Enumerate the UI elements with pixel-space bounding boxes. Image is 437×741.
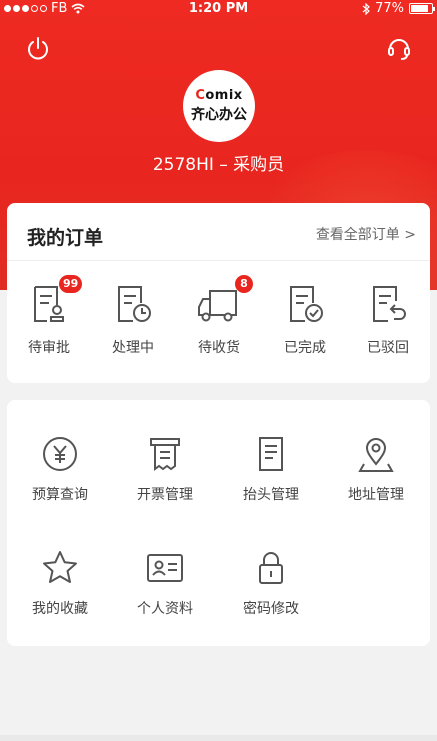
awaiting-delivery-badge: 8 — [235, 275, 253, 293]
lock-icon — [259, 552, 283, 584]
battery-icon — [409, 3, 435, 14]
orders-card-header: 我的订单 查看全部订单 > — [7, 203, 430, 261]
order-status-rejected[interactable]: 已驳回 — [348, 283, 428, 373]
completed-icon — [290, 286, 323, 322]
bluetooth-icon — [362, 2, 370, 15]
order-status-label: 已驳回 — [367, 340, 409, 356]
status-right: 77% — [362, 1, 435, 16]
location-pin-icon — [358, 438, 394, 472]
service-label: 地址管理 — [348, 487, 404, 503]
customer-service-button[interactable] — [385, 34, 413, 62]
order-status-label: 待审批 — [28, 340, 70, 356]
services-card: 预算查询 开票管理 抬头管理 地址管理 我的收藏 个人资料 密码修改 — [7, 400, 430, 646]
order-status-label: 待收货 — [198, 340, 240, 356]
budget-yen-icon — [43, 437, 77, 471]
budget-query-item[interactable]: 预算查询 — [15, 434, 105, 514]
service-label: 预算查询 — [32, 487, 88, 503]
power-icon — [28, 37, 48, 60]
view-all-orders-link[interactable]: 查看全部订单 > — [316, 224, 416, 244]
status-bar: FB 1:20 PM 77% — [0, 0, 437, 18]
service-label: 开票管理 — [137, 487, 193, 503]
order-status-label: 处理中 — [112, 340, 154, 356]
personal-profile-item[interactable]: 个人资料 — [120, 548, 210, 628]
invoice-management-item[interactable]: 开票管理 — [120, 434, 210, 514]
company-logo: Comix 齐心办公 — [183, 70, 255, 142]
battery-percent: 77% — [375, 1, 404, 16]
rejected-icon — [373, 286, 406, 322]
power-button[interactable] — [24, 34, 52, 62]
star-icon — [43, 551, 77, 583]
processing-icon — [118, 286, 151, 322]
bottom-area — [0, 735, 437, 741]
address-management-item[interactable]: 地址管理 — [331, 434, 421, 514]
my-favorites-item[interactable]: 我的收藏 — [15, 548, 105, 628]
order-status-label: 已完成 — [284, 340, 326, 356]
service-label: 抬头管理 — [243, 487, 299, 503]
order-status-completed[interactable]: 已完成 — [265, 283, 345, 373]
order-status-pending-approval[interactable]: 99 待审批 — [9, 275, 89, 373]
logo-chinese-text: 齐心办公 — [191, 107, 247, 123]
pending-approval-badge: 99 — [59, 275, 83, 293]
service-label: 个人资料 — [137, 601, 193, 617]
order-status-processing[interactable]: 处理中 — [93, 283, 173, 373]
headset-icon — [388, 39, 410, 60]
logo-brand-text: Comix — [195, 88, 243, 103]
order-status-awaiting-delivery[interactable]: 8 待收货 — [179, 275, 259, 373]
change-password-item[interactable]: 密码修改 — [226, 548, 316, 628]
profile-card-icon — [147, 554, 183, 582]
title-management-item[interactable]: 抬头管理 — [226, 434, 316, 514]
service-label: 我的收藏 — [32, 601, 88, 617]
orders-title: 我的订单 — [27, 227, 104, 249]
invoice-icon — [150, 438, 180, 471]
my-orders-card: 我的订单 查看全部订单 > 99 待审批 处理中 8 待收货 已完成 已驳回 — [7, 203, 430, 383]
user-account-role: 2578HI – 采购员 — [152, 155, 285, 175]
title-document-icon — [259, 437, 283, 471]
service-label: 密码修改 — [243, 601, 299, 617]
